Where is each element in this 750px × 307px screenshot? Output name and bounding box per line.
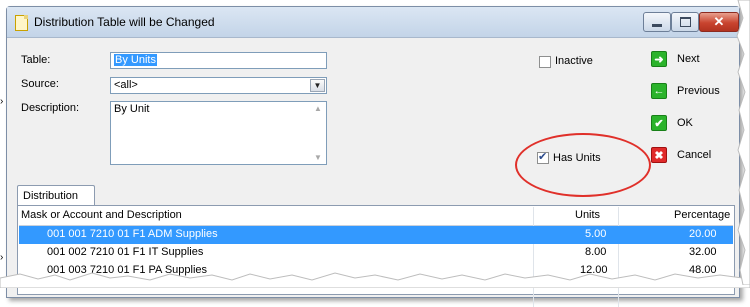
torn-edge-bottom (0, 272, 750, 288)
table-row[interactable]: 001 002 7210 01 F1 IT Supplies 8.00 32.0… (19, 244, 733, 262)
maximize-button[interactable] (671, 12, 699, 32)
cancel-button[interactable]: ✖ Cancel (651, 144, 711, 166)
description-scrollbar[interactable]: ▲ ▼ (310, 102, 326, 164)
percentage-cell: 32.00 (689, 246, 717, 258)
column-header-account[interactable]: Mask or Account and Description (21, 209, 182, 221)
table-input[interactable]: By Units (110, 52, 327, 69)
close-button[interactable]: ✕ (699, 12, 739, 32)
table-input-value: By Units (114, 54, 157, 66)
table-label: Table: (21, 54, 51, 66)
maximize-icon (679, 17, 691, 27)
chevron-down-icon[interactable]: ▼ (310, 79, 325, 92)
grid-header: Mask or Account and Description Units Pe… (19, 207, 733, 226)
next-button-label: Next (677, 53, 700, 65)
source-dropdown-value: <all> (114, 79, 138, 91)
torn-edge-right (736, 0, 750, 285)
check-icon: ✔ (651, 115, 667, 131)
units-cell: 8.00 (585, 246, 607, 258)
document-icon (15, 15, 28, 31)
source-dropdown[interactable]: <all> ▼ (110, 77, 327, 94)
column-header-units[interactable]: Units (575, 209, 600, 221)
description-textarea[interactable]: By Unit ▲ ▼ (110, 101, 327, 165)
column-header-percentage[interactable]: Percentage (674, 209, 730, 221)
ok-button[interactable]: ✔ OK (651, 112, 693, 134)
inactive-checkbox[interactable] (539, 56, 551, 68)
ok-button-label: OK (677, 117, 693, 129)
minimize-button[interactable] (643, 12, 671, 32)
description-value: By Unit (114, 103, 150, 115)
window-title: Distribution Table will be Changed (34, 15, 215, 29)
x-icon: ✖ (651, 147, 667, 163)
previous-button[interactable]: ← Previous (651, 80, 720, 102)
next-button[interactable]: ➜ Next (651, 48, 700, 70)
description-label: Description: (21, 102, 80, 114)
inactive-label: Inactive (555, 55, 593, 67)
scroll-down-icon[interactable]: ▼ (314, 153, 322, 162)
units-cell: 5.00 (585, 228, 607, 240)
arrow-left-icon: ← (651, 83, 667, 99)
tab-distribution-label: Distribution (23, 190, 79, 202)
tab-distribution[interactable]: Distribution (17, 185, 95, 206)
minimize-icon (652, 23, 662, 27)
title-bar[interactable]: Distribution Table will be Changed ✕ (7, 7, 739, 38)
source-label: Source: (21, 78, 59, 90)
arrow-right-icon: ➜ (651, 51, 667, 67)
dialog-window: Distribution Table will be Changed ✕ Tab… (6, 6, 740, 307)
highlight-annotation (515, 133, 651, 197)
cancel-button-label: Cancel (677, 149, 712, 161)
account-cell: 001 001 7210 01 F1 ADM Supplies (47, 228, 218, 240)
previous-button-label: Previous (677, 85, 720, 97)
scroll-up-icon[interactable]: ▲ (314, 104, 322, 113)
close-icon: ✕ (713, 14, 725, 29)
percentage-cell: 20.00 (689, 228, 717, 240)
table-row[interactable]: 001 001 7210 01 F1 ADM Supplies 5.00 20.… (19, 226, 733, 244)
account-cell: 001 002 7210 01 F1 IT Supplies (47, 246, 204, 258)
margin-glyph: › (0, 252, 4, 263)
margin-glyph: › (0, 96, 4, 107)
